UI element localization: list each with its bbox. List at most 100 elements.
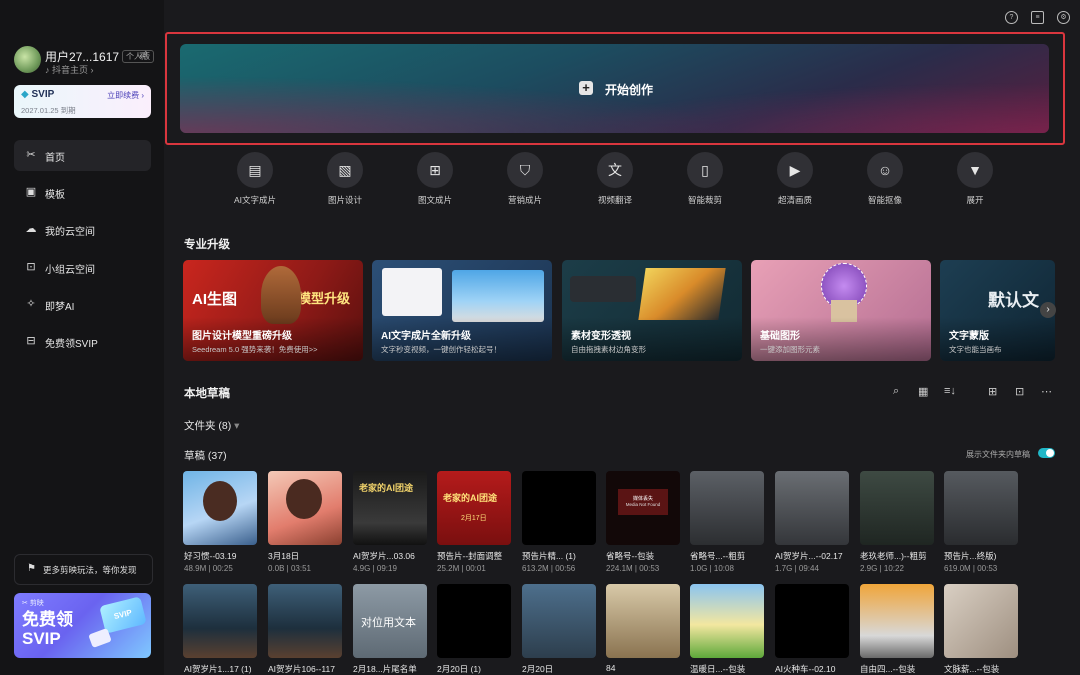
pro-card-basic-shapes[interactable]: 基础图形 一键添加图形元素 <box>751 260 931 361</box>
draft-thumb[interactable] <box>268 471 342 545</box>
expand-icon: ▼ <box>957 152 993 188</box>
tool-label: 视频翻译 <box>597 195 632 205</box>
draft-name: 3月18日 <box>268 551 300 561</box>
tool-marketing-video[interactable]: ⛉ 营销成片 <box>494 152 556 205</box>
folders-label: 文件夹 (8) <box>184 420 232 432</box>
banner-brand-text: 剪映 <box>29 600 44 607</box>
anime-girl-image <box>452 270 544 322</box>
nav-group-cloud[interactable]: ⊡ 小组云空间 <box>14 252 151 283</box>
draft-thumb[interactable] <box>775 584 849 658</box>
horse-illustration <box>261 266 301 324</box>
tool-hd-quality[interactable]: ▶ 超清画质 <box>764 152 826 205</box>
draft-thumb[interactable]: 媒体丢失 Media Not Found <box>606 471 680 545</box>
draft-thumb[interactable] <box>183 471 257 545</box>
more-icon[interactable]: ⋯ <box>1041 385 1052 398</box>
draft-thumb[interactable] <box>690 584 764 658</box>
draft-thumb[interactable] <box>860 471 934 545</box>
help-icon[interactable]: ? <box>1005 11 1018 24</box>
switch-account-icon[interactable]: ⇄ <box>139 48 148 61</box>
svip-card[interactable]: ◆ SVIP 2027.01.25 到期 立即续费 › <box>14 85 151 118</box>
draft-thumb[interactable] <box>606 584 680 658</box>
nav-jimeng-ai[interactable]: ✧ 即梦AI <box>14 289 151 320</box>
draft-name: AI贺岁片...03.06 <box>353 551 415 561</box>
megaphone-icon <box>88 628 112 648</box>
draft-thumb[interactable]: 老家的AI团途 <box>353 471 427 545</box>
toolbar-mockup <box>570 276 636 302</box>
draft-thumb[interactable] <box>522 584 596 658</box>
drafts-header: 草稿 (37) <box>184 450 227 462</box>
renew-link[interactable]: 立即续费 › <box>107 90 144 101</box>
pro-card-perspective[interactable]: 素材变形透视 自由拖拽素材边角变形 <box>562 260 742 361</box>
card-art-text: 默认文 <box>988 291 1039 310</box>
user-profile[interactable]: 用户27...1617 个人版 ⇄ ♪ 抖音主页 › <box>14 46 164 76</box>
nav-free-svip[interactable]: ⊟ 免费领SVIP <box>14 326 151 357</box>
girl-figure <box>203 481 237 521</box>
draft-meta: 224.1M | 00:53 <box>606 564 660 573</box>
tool-smart-cutout[interactable]: ☺ 智能抠像 <box>854 152 916 205</box>
banner-headline: 免费领 SVIP <box>22 610 73 648</box>
draft-meta: 2.9G | 10:22 <box>860 564 904 573</box>
grid-view-icon[interactable]: ▦ <box>918 385 928 398</box>
show-folder-drafts-toggle[interactable] <box>1038 448 1055 458</box>
tool-image-design[interactable]: ▧ 图片设计 <box>314 152 376 205</box>
avatar[interactable] <box>14 46 41 73</box>
draft-thumb[interactable] <box>690 471 764 545</box>
nav-templates[interactable]: ▣ 模板 <box>14 177 151 208</box>
draft-thumb[interactable] <box>944 584 1018 658</box>
tool-video-translate[interactable]: 文视频翻译 <box>584 152 646 205</box>
plus-icon: + <box>579 81 593 95</box>
nav-my-cloud-label: 我的云空间 <box>45 227 95 238</box>
tool-text-image-video[interactable]: ⊞ 图文成片 <box>404 152 466 205</box>
folders-header[interactable]: 文件夹 (8) ▾ <box>184 418 239 433</box>
pro-card-text-mask[interactable]: 默认文 文字蒙版 文字也能当画布 <box>940 260 1055 361</box>
nav-my-cloud[interactable]: ☁ 我的云空间 <box>14 214 151 245</box>
nav-home[interactable]: ✂ 首页 <box>14 140 151 171</box>
window-top-icons: ? ≡ ⚙ <box>992 8 1070 24</box>
draft-thumb[interactable] <box>437 584 511 658</box>
local-drafts-title: 本地草稿 <box>184 388 230 400</box>
ai-text-video-icon: ▤ <box>237 152 273 188</box>
diamond-icon: ◆ <box>21 89 29 100</box>
cloud-icon: ☁ <box>25 223 37 235</box>
pro-card-image-design[interactable]: AI生图 模型升级 图片设计模型重磅升级 Seedream 5.0 强势来袭！免… <box>183 260 363 361</box>
draft-meta: 613.2M | 00:56 <box>522 564 576 573</box>
tool-label: 智能抠像 <box>867 195 902 205</box>
draft-thumb[interactable] <box>183 584 257 658</box>
carousel-next-icon[interactable]: › <box>1040 302 1056 318</box>
settings-gear-icon[interactable]: ⚙ <box>1057 11 1070 24</box>
sidebar: 用户27...1617 个人版 ⇄ ♪ 抖音主页 › ◆ SVIP 2027.01… <box>0 0 164 675</box>
card-subtitle: 文字也能当画布 <box>949 345 1002 354</box>
tool-ai-text-video[interactable]: ▤ AI文字成片 <box>224 152 286 205</box>
new-folder-icon[interactable]: ⊞ <box>988 385 997 398</box>
draft-thumb[interactable] <box>522 471 596 545</box>
draft-thumb[interactable] <box>860 584 934 658</box>
draft-thumb[interactable] <box>268 584 342 658</box>
thumb-text: 媒体丢失 <box>632 496 653 502</box>
draft-name: 预告片--封面调整 <box>437 551 503 561</box>
draft-thumb[interactable]: 老家的AI团途 2月17日 <box>437 471 511 545</box>
card-title: AI文字成片全新升级 <box>381 331 471 342</box>
search-icon[interactable]: ⌕ <box>893 385 899 398</box>
sort-icon[interactable]: ≡↓ <box>944 385 956 397</box>
start-create-button[interactable]: + 开始创作 <box>180 44 1049 133</box>
hd-quality-icon: ▶ <box>777 152 813 188</box>
free-svip-banner[interactable]: ✂ 剪映 免费领 SVIP SVIP <box>14 593 151 658</box>
draft-thumb[interactable]: 对位用文本 <box>353 584 427 658</box>
more-features-label: 更多剪映玩法，等你发现 <box>43 565 137 575</box>
nav-jimeng-ai-label: 即梦AI <box>45 302 75 313</box>
tool-smart-crop[interactable]: ▯ 智能裁剪 <box>674 152 736 205</box>
draft-thumb[interactable] <box>775 471 849 545</box>
draft-meta: 1.0G | 10:08 <box>690 564 734 573</box>
more-features-link[interactable]: ⚑ 更多剪映玩法，等你发现 <box>14 554 153 585</box>
douyin-homepage-link[interactable]: ♪ 抖音主页 › <box>45 63 94 76</box>
pro-card-ai-text-video[interactable]: AI文字成片全新升级 文字秒变视频，一键创作轻松起号！ <box>372 260 552 361</box>
scissors-icon: ✂ <box>26 149 36 161</box>
draft-name: 自由四...--包装 <box>860 664 916 674</box>
feedback-icon[interactable]: ≡ <box>1031 11 1044 24</box>
draft-name: AI贺岁片...--02.17 <box>775 551 843 561</box>
tool-expand[interactable]: ▼ 展开 <box>944 152 1006 205</box>
draft-name: 预告片精... (1) <box>522 551 576 561</box>
start-create-label: 开始创作 <box>605 83 654 97</box>
recycle-bin-icon[interactable]: ⊡ <box>1015 385 1024 398</box>
draft-thumb[interactable] <box>944 471 1018 545</box>
